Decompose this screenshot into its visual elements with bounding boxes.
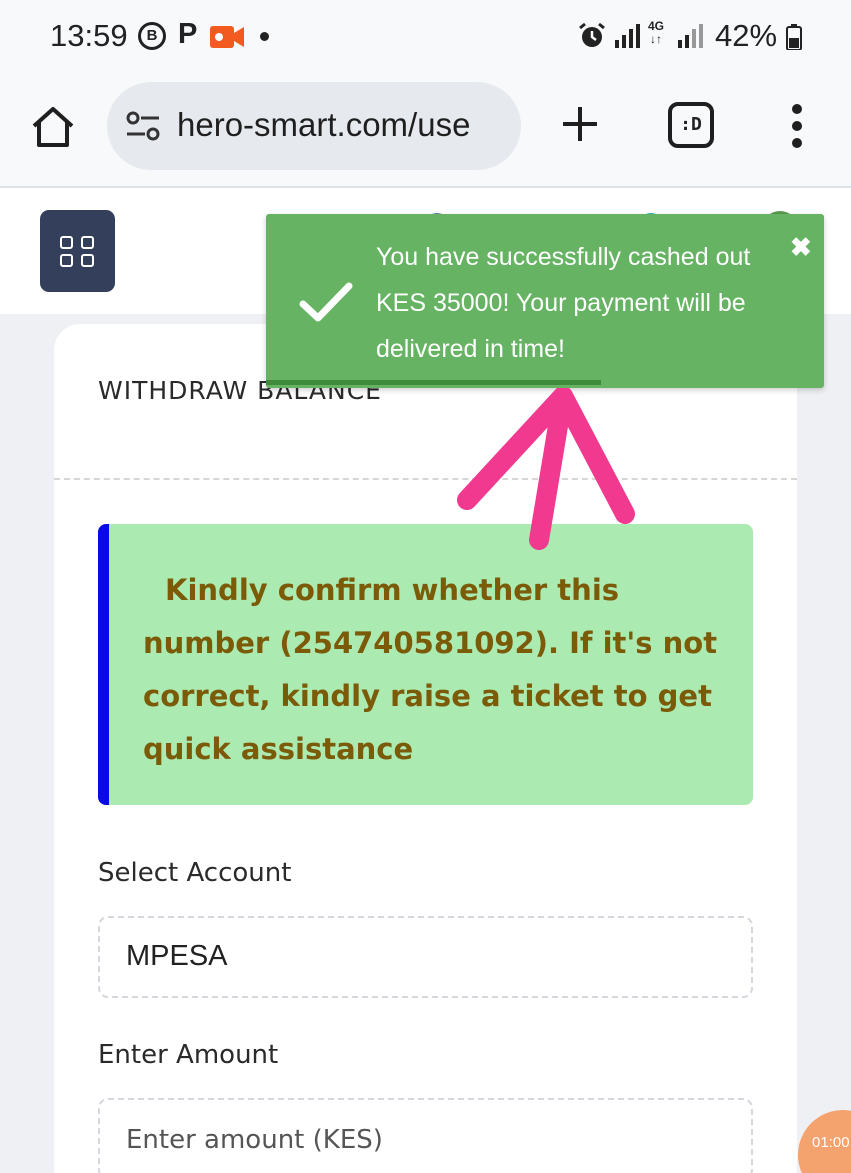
amount-label: Enter Amount [98, 1040, 279, 1070]
b-notification-icon: B [138, 22, 166, 50]
clock: 13:59 [50, 18, 128, 53]
url-text[interactable]: hero-smart.com/use [177, 106, 470, 144]
countdown-timer[interactable]: 01:00 [798, 1110, 851, 1173]
withdraw-card: WITHDRAW BALANCE Kindly confirm whether … [54, 324, 797, 1173]
video-camera-icon [210, 26, 244, 48]
phone-confirmation-notice: Kindly confirm whether this number (2547… [98, 524, 753, 805]
battery-percent: 42% [715, 18, 778, 53]
alarm-icon [579, 22, 605, 47]
home-icon[interactable] [30, 104, 76, 150]
tab-switcher-button[interactable]: :D [668, 102, 714, 148]
address-bar[interactable]: hero-smart.com/use [107, 82, 521, 170]
site-settings-icon[interactable] [125, 110, 161, 142]
p-notification-icon: P [178, 18, 198, 50]
amount-input[interactable] [126, 1118, 726, 1162]
more-options-icon[interactable] [790, 104, 804, 148]
account-select-value[interactable]: MPESA [126, 940, 228, 973]
toast-progress-bar [266, 380, 601, 385]
select-account-label: Select Account [98, 858, 292, 888]
account-select[interactable]: MPESA [98, 916, 753, 998]
grid-icon [60, 236, 73, 249]
amount-field-wrapper[interactable] [98, 1098, 753, 1173]
divider [54, 478, 797, 480]
browser-toolbar: hero-smart.com/use :D [0, 74, 851, 188]
battery-icon [786, 24, 802, 50]
checkmark-icon [299, 282, 353, 322]
annotation-arrow [457, 388, 635, 550]
new-tab-icon[interactable] [560, 104, 600, 144]
success-toast: You have successfully cashed out KES 350… [266, 214, 824, 388]
more-notifications-dot [260, 32, 269, 41]
timer-text: 01:00 [812, 1134, 850, 1151]
toast-message: You have successfully cashed out KES 350… [376, 243, 751, 363]
network-type: 4G ↓↑ [648, 19, 665, 46]
app-menu-button[interactable] [40, 210, 115, 292]
signal-icon [615, 24, 640, 48]
notice-text: Kindly confirm whether this number (2547… [143, 573, 718, 766]
status-bar: 13:59 B P 4G ↓↑ 42% [0, 0, 851, 74]
close-icon[interactable]: ✖ [790, 232, 812, 263]
signal-icon-2 [678, 24, 703, 48]
